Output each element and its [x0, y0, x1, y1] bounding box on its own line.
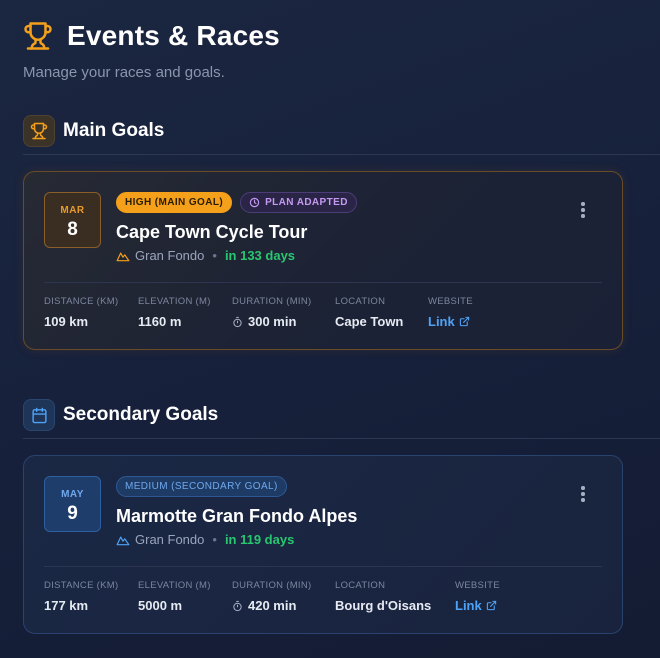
- stat-value: 177 km: [44, 598, 89, 613]
- card-divider: [44, 566, 602, 567]
- days-until: in 119 days: [224, 532, 295, 547]
- trophy-icon: [30, 122, 48, 140]
- clock-icon: [249, 197, 260, 208]
- website-link-label[interactable]: Link: [428, 314, 455, 329]
- stat-value-row: 300 min: [232, 314, 312, 329]
- event-date-box: MAR 8: [44, 192, 101, 248]
- more-options-icon[interactable]: [580, 202, 586, 220]
- event-meta: Gran Fondo • in 119 days: [116, 532, 294, 547]
- website-link[interactable]: Link: [455, 598, 500, 613]
- stat-distance: DISTANCE (KM) 177 km: [44, 580, 118, 613]
- stat-location: LOCATION Cape Town: [335, 296, 403, 329]
- stopwatch-icon: [233, 316, 242, 327]
- stat-label: ELEVATION (M): [138, 296, 211, 307]
- stat-value: Bourg d'Oisans: [335, 598, 432, 613]
- stat-elevation: ELEVATION (M) 1160 m: [138, 296, 211, 329]
- priority-badge: HIGH (MAIN GOAL): [116, 192, 233, 213]
- event-date-day: 9: [67, 503, 78, 524]
- stat-value: Cape Town: [335, 314, 404, 329]
- secondary-goals-header: Secondary Goals: [23, 399, 218, 431]
- event-card-secondary[interactable]: MAY 9 MEDIUM (SECONDARY GOAL) Marmotte G…: [23, 455, 623, 634]
- event-date-box: MAY 9: [44, 476, 101, 532]
- event-type: Gran Fondo: [135, 532, 205, 547]
- event-date-month: MAR: [60, 205, 85, 216]
- event-badges: MEDIUM (SECONDARY GOAL): [116, 476, 287, 497]
- event-card-main[interactable]: MAR 8 HIGH (MAIN GOAL) PLAN ADAPTED Cape…: [23, 171, 623, 350]
- section-divider: [23, 438, 660, 439]
- stat-duration: DURATION (MIN) 300 min: [232, 296, 312, 329]
- stat-label: LOCATION: [335, 580, 386, 591]
- stat-distance: DISTANCE (KM) 109 km: [44, 296, 118, 329]
- event-name: Marmotte Gran Fondo Alpes: [116, 506, 358, 526]
- stat-location: LOCATION Bourg d'Oisans: [335, 580, 431, 613]
- external-link-icon[interactable]: [459, 316, 470, 327]
- stat-value: 420 min: [248, 598, 297, 613]
- priority-badge: MEDIUM (SECONDARY GOAL): [116, 476, 287, 497]
- main-goals-icon-box: [23, 115, 55, 147]
- secondary-goals-icon-box: [23, 399, 55, 431]
- page-title: Events & Races: [67, 20, 280, 51]
- stat-label: DURATION (MIN): [232, 580, 312, 591]
- more-options-icon[interactable]: [580, 486, 586, 504]
- stat-website: WEBSITE Link: [455, 580, 500, 613]
- event-date-month: MAY: [61, 489, 84, 500]
- stat-label: DURATION (MIN): [232, 296, 312, 307]
- days-until: in 133 days: [224, 248, 296, 263]
- page-subtitle: Manage your races and goals.: [23, 64, 225, 81]
- stat-label: WEBSITE: [455, 580, 500, 591]
- calendar-icon: [31, 407, 47, 423]
- event-name: Cape Town Cycle Tour: [116, 222, 308, 242]
- stat-value-row: 420 min: [232, 598, 312, 613]
- trophy-icon: [24, 22, 52, 50]
- stat-value: 1160 m: [138, 314, 182, 329]
- meta-separator: •: [212, 532, 217, 547]
- stat-label: LOCATION: [335, 296, 386, 307]
- stat-duration: DURATION (MIN) 420 min: [232, 580, 312, 613]
- title-row: Events & Races: [23, 20, 280, 52]
- stat-label: WEBSITE: [428, 296, 473, 307]
- stat-website: WEBSITE Link: [428, 296, 473, 329]
- stat-value: 5000 m: [138, 598, 183, 613]
- stat-label: DISTANCE (KM): [44, 296, 119, 307]
- plan-adapted-label: PLAN ADAPTED: [265, 197, 348, 208]
- stat-value: 109 km: [44, 314, 89, 329]
- plan-adapted-badge: PLAN ADAPTED: [240, 192, 357, 213]
- stat-label: DISTANCE (KM): [44, 580, 119, 591]
- event-badges: HIGH (MAIN GOAL) PLAN ADAPTED: [116, 192, 357, 213]
- stat-label: ELEVATION (M): [138, 580, 211, 591]
- secondary-goals-title: Secondary Goals: [63, 404, 219, 425]
- main-goals-title: Main Goals: [63, 120, 165, 141]
- event-meta: Gran Fondo • in 133 days: [116, 248, 295, 263]
- website-link-label[interactable]: Link: [455, 598, 482, 613]
- event-type: Gran Fondo: [135, 248, 205, 263]
- stopwatch-icon: [233, 600, 242, 611]
- meta-separator: •: [212, 248, 217, 263]
- main-goals-header: Main Goals: [23, 115, 164, 147]
- website-link[interactable]: Link: [428, 314, 473, 329]
- event-date-day: 8: [67, 219, 78, 240]
- stat-elevation: ELEVATION (M) 5000 m: [138, 580, 211, 613]
- card-divider: [44, 282, 602, 283]
- mountain-icon: [116, 251, 130, 261]
- events-page: Events & Races Manage your races and goa…: [0, 0, 660, 658]
- external-link-icon[interactable]: [486, 600, 497, 611]
- page-header: Events & Races Manage your races and goa…: [23, 20, 280, 81]
- section-divider: [23, 154, 660, 155]
- stat-value: 300 min: [248, 314, 297, 329]
- mountain-icon: [116, 535, 130, 545]
